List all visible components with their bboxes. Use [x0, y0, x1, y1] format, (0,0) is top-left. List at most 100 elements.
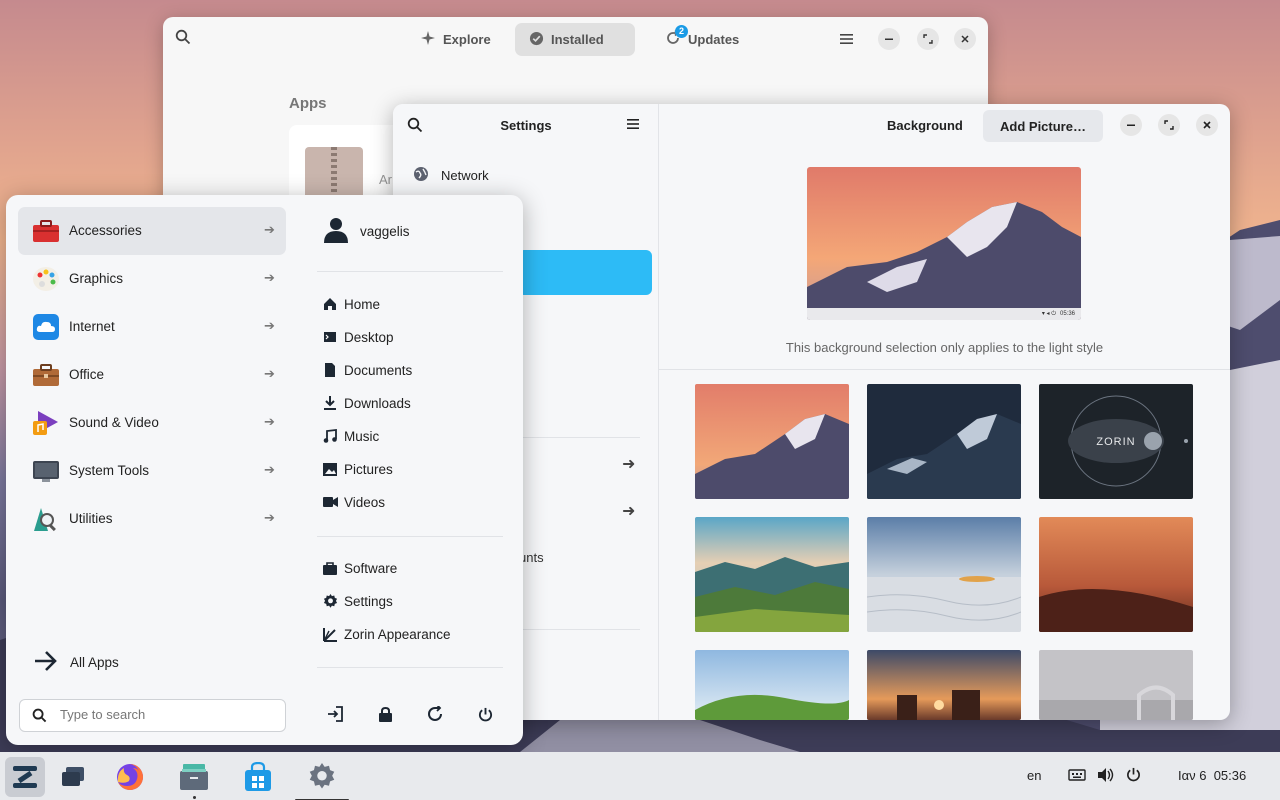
- video-icon: [322, 494, 338, 510]
- category-utilities[interactable]: Utilities ➔: [18, 495, 286, 543]
- language-indicator[interactable]: en: [1027, 768, 1041, 783]
- category-internet[interactable]: Internet ➔: [18, 303, 286, 351]
- sidebar-item-network[interactable]: Network: [413, 166, 489, 185]
- globe-icon: [413, 166, 429, 185]
- place-pictures[interactable]: Pictures: [322, 461, 393, 477]
- workspaces-icon[interactable]: [53, 757, 93, 797]
- wallpaper-thumb[interactable]: [695, 650, 849, 720]
- place-label: Downloads: [344, 395, 411, 411]
- divider: [659, 369, 1230, 370]
- place-home[interactable]: Home: [322, 296, 380, 312]
- menu-icon[interactable]: [836, 28, 858, 50]
- home-icon: [322, 296, 338, 312]
- monitor-icon: [32, 457, 60, 485]
- maximize-button[interactable]: [917, 28, 939, 50]
- settings-sidebar-header: Settings: [393, 104, 659, 148]
- arrow-right-icon: ➔: [264, 510, 275, 525]
- app-label: Zorin Appearance: [344, 626, 451, 642]
- add-picture-button[interactable]: Add Picture…: [983, 110, 1103, 142]
- app-menu: Accessories ➔ Graphics ➔ Internet ➔ Offi…: [6, 195, 523, 745]
- keyboard-icon[interactable]: [1068, 767, 1086, 786]
- wallpaper-thumb[interactable]: [1039, 517, 1193, 632]
- music-note-icon: [322, 428, 338, 444]
- place-label: Videos: [344, 494, 386, 510]
- wallpaper-thumb[interactable]: [867, 517, 1021, 632]
- app-label: Settings: [344, 593, 393, 609]
- bag-icon: [322, 560, 338, 576]
- lock-icon[interactable]: [374, 703, 396, 725]
- wallpaper-thumb[interactable]: [1039, 650, 1193, 720]
- arrow-right-icon: ➔: [264, 462, 275, 477]
- briefcase-icon: [32, 361, 60, 389]
- restart-icon[interactable]: [424, 703, 446, 725]
- desktop-icon: [322, 329, 338, 345]
- logout-icon[interactable]: [324, 703, 346, 725]
- place-label: Pictures: [344, 461, 393, 477]
- app-zorin-appearance[interactable]: Zorin Appearance: [322, 626, 451, 642]
- settings-app-icon[interactable]: [295, 757, 349, 800]
- divider: [518, 437, 640, 438]
- all-apps-label: All Apps: [70, 655, 119, 670]
- tab-label: Updates: [688, 32, 740, 47]
- tab-updates[interactable]: 2 Updates: [651, 23, 753, 56]
- wallpaper-thumb[interactable]: [695, 384, 849, 499]
- divider: [317, 271, 503, 272]
- place-desktop[interactable]: Desktop: [322, 329, 394, 345]
- search-input[interactable]: [60, 707, 270, 722]
- place-videos[interactable]: Videos: [322, 494, 385, 510]
- category-label: Graphics: [69, 271, 124, 286]
- power-icon[interactable]: [1126, 767, 1141, 785]
- username: vaggelis: [360, 224, 410, 239]
- category-sound-video[interactable]: Sound & Video ➔: [18, 399, 286, 447]
- place-label: Desktop: [344, 329, 394, 345]
- close-button[interactable]: [954, 28, 976, 50]
- app-settings[interactable]: Settings: [322, 593, 393, 609]
- power-icon[interactable]: [474, 703, 496, 725]
- music-icon: [32, 409, 60, 437]
- user-account[interactable]: vaggelis: [324, 217, 410, 246]
- minimize-button[interactable]: [1120, 114, 1142, 136]
- category-accessories[interactable]: Accessories ➔: [18, 207, 286, 255]
- place-documents[interactable]: Documents: [322, 362, 412, 378]
- minimize-button[interactable]: [878, 28, 900, 50]
- taskbar: en Ιαν 6 05:36: [0, 752, 1280, 800]
- menu-icon[interactable]: [627, 118, 641, 133]
- arrow-right-icon: ➔: [264, 270, 275, 285]
- palette-icon: [32, 265, 60, 293]
- section-title: Apps: [289, 95, 327, 112]
- wallpaper-thumb[interactable]: [695, 517, 849, 632]
- sidebar-item-background[interactable]: [518, 250, 652, 295]
- category-office[interactable]: Office ➔: [18, 351, 286, 399]
- files-icon[interactable]: [174, 757, 214, 799]
- place-downloads[interactable]: Downloads: [322, 395, 411, 411]
- category-label: Utilities: [69, 511, 113, 526]
- search-icon: [32, 708, 47, 726]
- arrow-right-icon[interactable]: ➜: [622, 454, 635, 474]
- close-button[interactable]: [1196, 114, 1218, 136]
- app-software[interactable]: Software: [322, 560, 397, 576]
- tab-installed[interactable]: Installed: [515, 23, 635, 56]
- divider: [518, 629, 640, 630]
- category-system-tools[interactable]: System Tools ➔: [18, 447, 286, 495]
- software-store-icon[interactable]: [238, 757, 278, 797]
- wallpaper-thumb[interactable]: [867, 384, 1021, 499]
- preview-clock: 05:36: [1059, 311, 1075, 317]
- firefox-icon[interactable]: [110, 757, 150, 797]
- image-icon: [322, 461, 338, 477]
- maximize-button[interactable]: [1158, 114, 1180, 136]
- search-icon[interactable]: [175, 29, 195, 49]
- divider: [317, 536, 503, 537]
- category-graphics[interactable]: Graphics ➔: [18, 255, 286, 303]
- all-apps-button[interactable]: All Apps: [34, 650, 119, 675]
- clock[interactable]: Ιαν 6 05:36: [1178, 768, 1246, 783]
- zorin-menu-button[interactable]: [5, 757, 45, 797]
- wallpaper-thumb[interactable]: [867, 650, 1021, 720]
- volume-icon[interactable]: [1097, 767, 1115, 786]
- wallpaper-thumb[interactable]: ZORIN: [1039, 384, 1193, 499]
- search-box[interactable]: [19, 699, 286, 732]
- arrow-right-icon[interactable]: ➜: [622, 501, 635, 521]
- tab-explore[interactable]: Explore: [406, 23, 505, 56]
- sparkle-icon: [420, 30, 436, 49]
- place-music[interactable]: Music: [322, 428, 379, 444]
- check-icon: [529, 31, 544, 49]
